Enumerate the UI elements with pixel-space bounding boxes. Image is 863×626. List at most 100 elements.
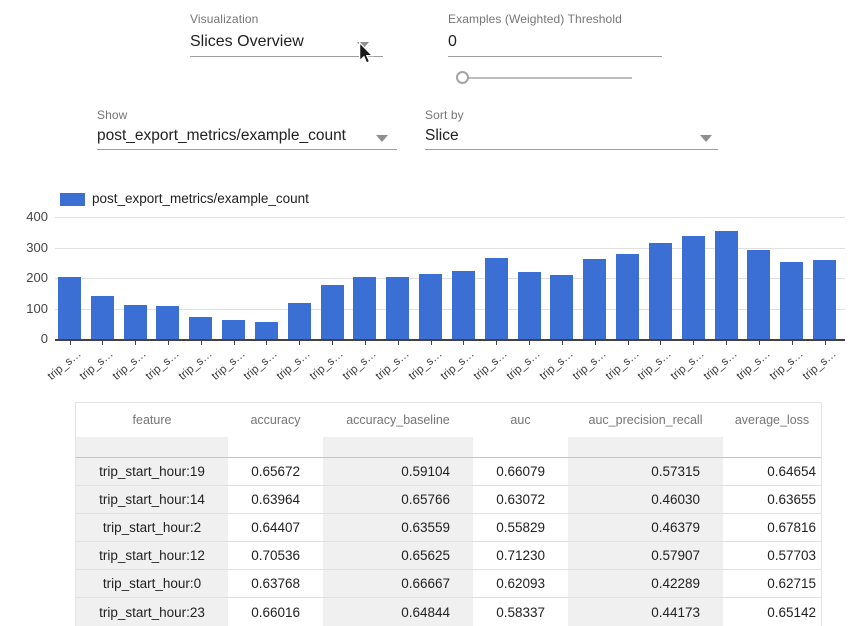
x-axis-tick: [102, 341, 103, 345]
metric-value-cell: 0.57315: [568, 457, 723, 485]
sort-by-value: Slice: [425, 127, 718, 145]
metric-value-cell: 0.46030: [568, 485, 723, 513]
x-axis-tick: [628, 341, 629, 345]
x-axis-tick: [463, 341, 464, 345]
bar[interactable]: [747, 250, 770, 339]
bar[interactable]: [255, 322, 278, 339]
x-axis-tick-label: trip_s…: [800, 348, 838, 383]
column-header-auc[interactable]: auc: [473, 403, 568, 437]
chevron-down-icon[interactable]: [700, 135, 712, 142]
bar[interactable]: [419, 274, 442, 339]
x-axis-tick: [201, 341, 202, 345]
x-axis-tick-label: trip_s…: [144, 348, 182, 383]
metric-value-cell: 0.58337: [473, 598, 568, 626]
column-header-auc_precision_recall[interactable]: auc_precision_recall: [568, 403, 723, 437]
bar[interactable]: [616, 254, 639, 339]
metric-value-cell: 0.64407: [228, 513, 323, 541]
x-axis-tick-label: trip_s…: [472, 348, 510, 383]
filter-cell: [76, 437, 228, 457]
metric-value-cell: 0.57907: [568, 542, 723, 570]
x-axis-tick: [792, 341, 793, 345]
metric-value-cell: 0.46379: [568, 513, 723, 541]
bar[interactable]: [518, 272, 541, 339]
metric-value-cell: 0.64654: [723, 457, 821, 485]
chevron-down-icon[interactable]: [376, 135, 388, 142]
bar[interactable]: [550, 275, 573, 339]
x-axis-tick: [332, 341, 333, 345]
filter-cell: [323, 437, 473, 457]
x-axis-tick: [726, 341, 727, 345]
x-axis-tick: [825, 341, 826, 345]
bar[interactable]: [189, 317, 212, 339]
bar[interactable]: [353, 277, 376, 339]
metric-value-cell: 0.64844: [323, 598, 473, 626]
bar[interactable]: [58, 277, 81, 339]
x-axis-tick-label: trip_s…: [406, 348, 444, 383]
metric-value-cell: 0.63964: [228, 485, 323, 513]
column-header-feature[interactable]: feature: [76, 403, 228, 437]
filter-cell: [473, 437, 568, 457]
x-axis-tick: [431, 341, 432, 345]
slider-thumb[interactable]: [456, 71, 469, 84]
bar[interactable]: [386, 277, 409, 339]
bar[interactable]: [222, 320, 245, 339]
x-axis-tick-label: trip_s…: [308, 348, 346, 383]
column-header-accuracy_baseline[interactable]: accuracy_baseline: [323, 403, 473, 437]
y-axis-tick-label: 200: [0, 271, 48, 285]
x-axis-tick-label: trip_s…: [570, 348, 608, 383]
show-metric-dropdown[interactable]: Show post_export_metrics/example_count: [97, 108, 397, 150]
x-axis-tick: [660, 341, 661, 345]
threshold-slider[interactable]: [456, 70, 636, 86]
visualization-dropdown[interactable]: Visualization Slices Overview: [190, 12, 383, 57]
threshold-input[interactable]: Examples (Weighted) Threshold 0: [448, 12, 662, 57]
mouse-cursor-icon: [358, 42, 374, 65]
bar[interactable]: [780, 262, 803, 339]
metric-value-cell: 0.62715: [723, 570, 821, 598]
metric-value-cell: 0.65766: [323, 485, 473, 513]
filter-cell: [228, 437, 323, 457]
bar[interactable]: [485, 258, 508, 339]
x-axis-tick: [759, 341, 760, 345]
slider-track[interactable]: [462, 77, 632, 79]
tfma-slicing-metrics-view: Visualization Slices Overview Examples (…: [0, 0, 863, 626]
filter-cell: [568, 437, 723, 457]
bar[interactable]: [91, 296, 114, 339]
x-axis-tick-label: trip_s…: [669, 348, 707, 383]
x-axis-tick: [299, 341, 300, 345]
x-axis-tick-label: trip_s…: [275, 348, 313, 383]
x-axis-tick: [562, 341, 563, 345]
bar[interactable]: [321, 285, 344, 339]
bar[interactable]: [288, 303, 311, 339]
bar[interactable]: [649, 243, 672, 339]
threshold-value: 0: [448, 33, 662, 51]
visualization-label: Visualization: [190, 12, 383, 26]
bar[interactable]: [156, 306, 179, 339]
metrics-table: featureaccuracyaccuracy_baselineaucauc_p…: [76, 403, 821, 626]
bar[interactable]: [715, 231, 738, 339]
bar[interactable]: [682, 236, 705, 339]
table-row: trip_start_hour:140.639640.657660.630720…: [76, 485, 821, 513]
metric-value-cell: 0.70536: [228, 542, 323, 570]
x-axis-tick-label: trip_s…: [505, 348, 543, 383]
metric-value-cell: 0.63559: [323, 513, 473, 541]
x-axis-tick: [234, 341, 235, 345]
bar[interactable]: [452, 271, 475, 339]
column-header-average_loss[interactable]: average_loss: [723, 403, 821, 437]
legend-swatch: [60, 193, 85, 206]
y-axis-tick-label: 300: [0, 241, 48, 255]
show-label: Show: [97, 108, 397, 122]
column-header-accuracy[interactable]: accuracy: [228, 403, 323, 437]
bar[interactable]: [583, 259, 606, 339]
x-axis-tick-label: trip_s…: [176, 348, 214, 383]
metric-value-cell: 0.66667: [323, 570, 473, 598]
table-filter-row: [76, 437, 821, 457]
bar[interactable]: [813, 260, 836, 339]
bar[interactable]: [124, 305, 147, 339]
x-axis-tick-label: trip_s…: [111, 348, 149, 383]
feature-cell: trip_start_hour:2: [76, 513, 228, 541]
sort-by-dropdown[interactable]: Sort by Slice: [425, 108, 718, 150]
feature-cell: trip_start_hour:12: [76, 542, 228, 570]
x-axis-tick-label: trip_s…: [603, 348, 641, 383]
x-axis-tick-label: trip_s…: [209, 348, 247, 383]
x-axis-tick: [693, 341, 694, 345]
